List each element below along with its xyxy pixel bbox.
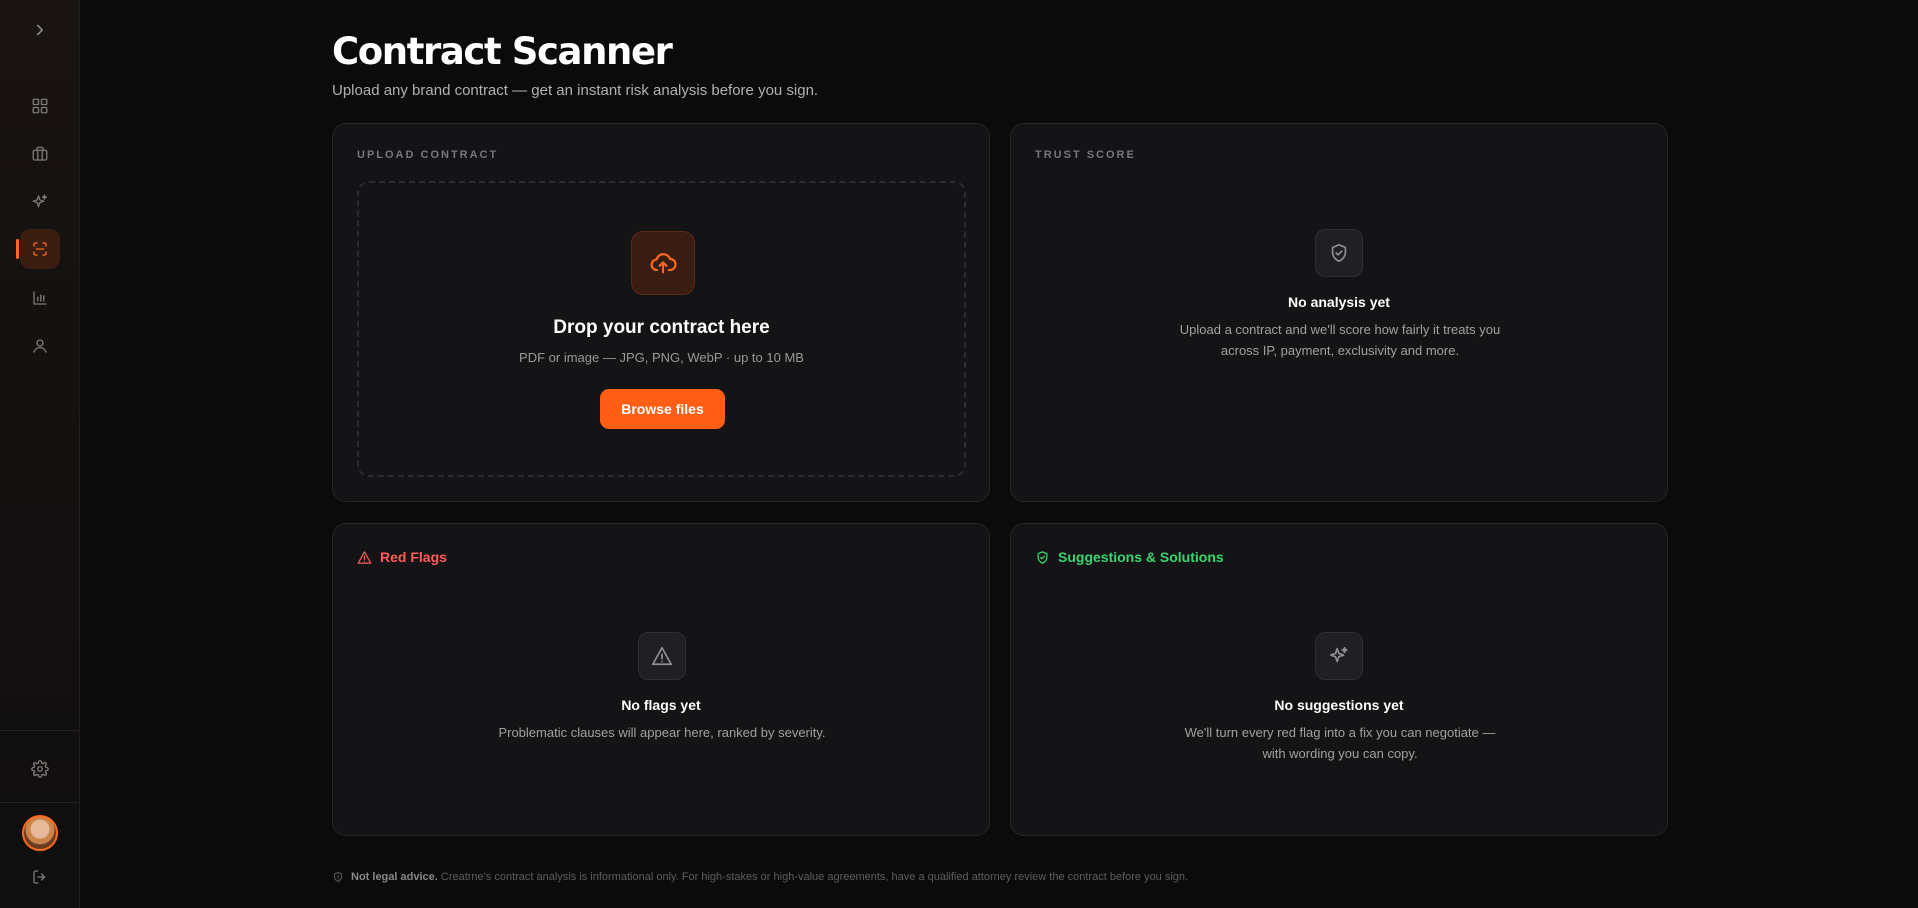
dropzone-title: Drop your contract here <box>553 317 770 338</box>
legal-disclaimer: Not legal advice. Creatrne's contract an… <box>332 871 1188 883</box>
sidebar <box>0 0 80 908</box>
page-subtitle: Upload any brand contract — get an insta… <box>332 82 819 99</box>
suggestions-empty-desc: We'll turn every red flag into a fix you… <box>1184 725 1496 761</box>
dropzone[interactable]: Drop your contract here PDF or image — J… <box>357 181 966 477</box>
suggestions-card: Suggestions & Solutions No suggestions y… <box>1010 523 1668 836</box>
dashboard-icon <box>32 98 48 114</box>
expand-sidebar-button[interactable] <box>20 10 60 50</box>
suggestions-label: Suggestions & Solutions <box>1058 549 1224 565</box>
sidebar-divider <box>0 802 80 803</box>
sidebar-item-profile[interactable] <box>20 326 60 366</box>
sidebar-divider <box>0 730 80 731</box>
scan-icon <box>33 242 47 256</box>
settings-button[interactable] <box>20 749 60 789</box>
sidebar-item-ai[interactable] <box>20 182 60 222</box>
upload-cloud-icon <box>631 231 695 295</box>
logout-icon <box>33 870 46 884</box>
briefcase-icon <box>32 146 48 161</box>
dropzone-subtitle: PDF or image — JPG, PNG, WebP · up to 10… <box>519 350 804 365</box>
chevron-right-icon <box>37 24 43 36</box>
user-icon <box>33 339 47 353</box>
sidebar-item-deals[interactable] <box>20 134 60 174</box>
sidebar-item-dashboard[interactable] <box>20 86 60 126</box>
disclaimer-body: Creatrne's contract analysis is informat… <box>440 871 1189 883</box>
trust-score-label: TRUST SCORE <box>1035 149 1136 161</box>
avatar[interactable] <box>22 815 58 851</box>
sparkles-icon <box>32 194 48 208</box>
suggestions-header: Suggestions & Solutions <box>1035 549 1224 565</box>
warning-triangle-icon <box>638 632 686 680</box>
trust-empty-title: No analysis yet <box>1288 294 1390 310</box>
disclaimer-text: Not legal advice. Creatrne's contract an… <box>351 871 1188 883</box>
red-flags-label: Red Flags <box>380 549 447 565</box>
sidebar-item-contract-scanner[interactable] <box>20 229 60 269</box>
flags-empty-title: No flags yet <box>621 697 701 713</box>
browse-files-button[interactable]: Browse files <box>600 389 725 429</box>
disclaimer-bold: Not legal advice. <box>351 871 438 883</box>
shield-check-icon <box>1315 229 1363 277</box>
trust-empty-desc: Upload a contract and we'll score how fa… <box>1179 322 1501 358</box>
logout-button[interactable] <box>20 857 60 897</box>
page-title: Contract Scanner <box>332 30 673 73</box>
shield-check-icon <box>1037 550 1048 564</box>
upload-card-label: UPLOAD CONTRACT <box>357 149 499 161</box>
suggestions-empty-title: No suggestions yet <box>1274 697 1404 713</box>
upload-card: UPLOAD CONTRACT Drop your contract here … <box>332 123 990 502</box>
red-flags-card: Red Flags No flags yet Problematic claus… <box>332 523 990 836</box>
gear-icon <box>31 760 49 778</box>
red-flags-header: Red Flags <box>357 549 447 565</box>
trust-score-card: TRUST SCORE No analysis yet Upload a con… <box>1010 123 1668 502</box>
bar-chart-icon <box>33 291 47 305</box>
active-indicator <box>16 239 19 259</box>
info-shield-icon <box>334 872 342 882</box>
warning-triangle-icon <box>357 550 372 564</box>
sidebar-item-analytics[interactable] <box>20 278 60 318</box>
sparkles-icon <box>1315 632 1363 680</box>
flags-empty-desc: Problematic clauses will appear here, ra… <box>498 725 826 740</box>
